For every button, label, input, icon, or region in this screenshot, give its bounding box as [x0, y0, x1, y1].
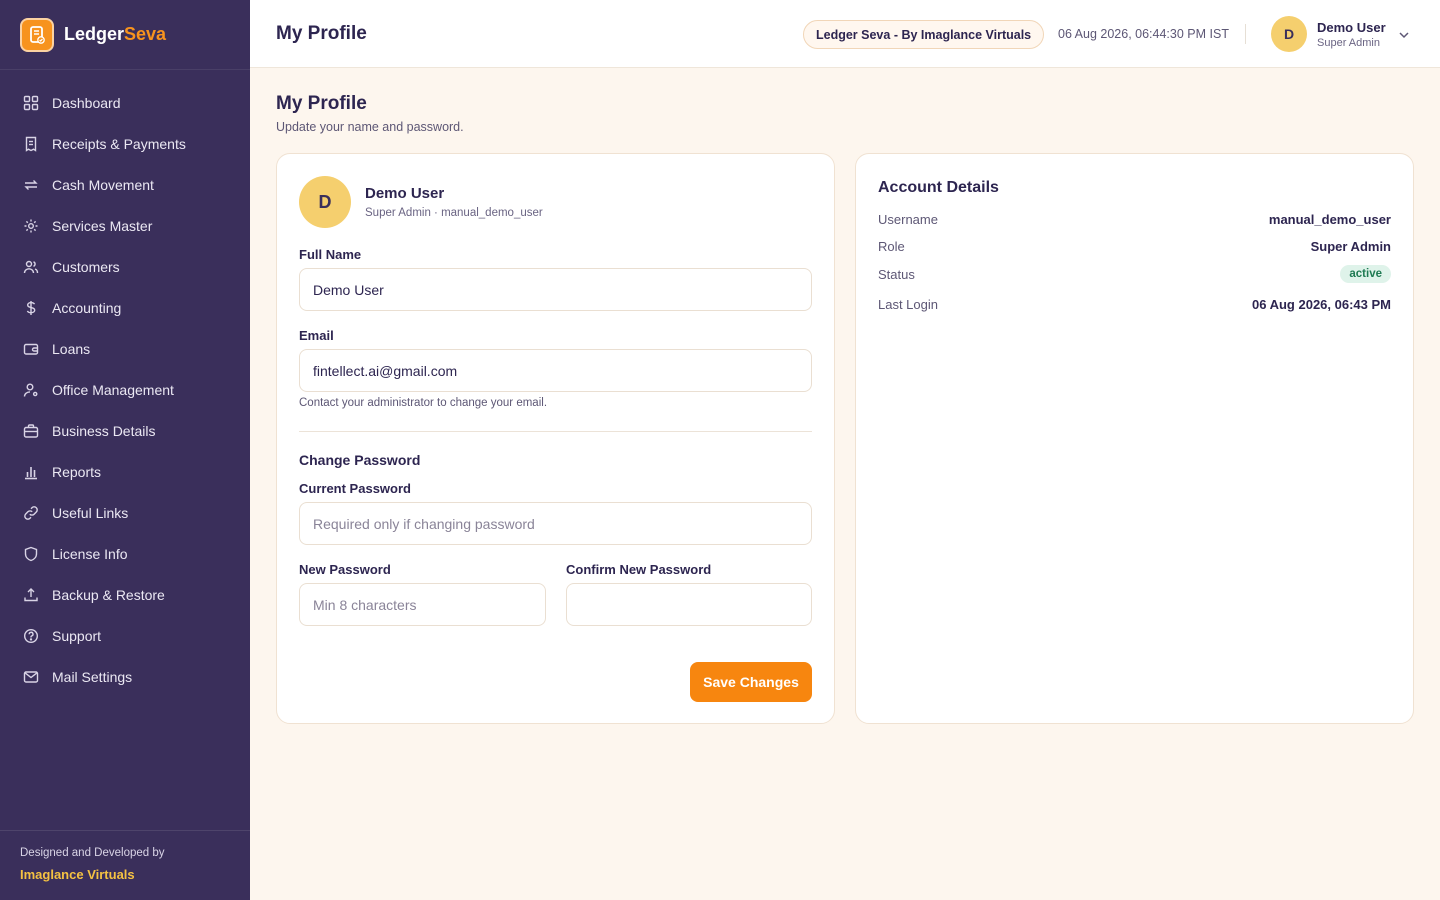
mail-icon	[23, 670, 39, 683]
role-value: Super Admin	[1310, 239, 1391, 254]
current-password-label: Current Password	[299, 481, 411, 496]
link-icon	[24, 505, 38, 520]
profile-meta: Super Admin · manual_demo_user	[365, 207, 543, 219]
transfer-icon	[24, 179, 38, 190]
sidebar-item-label: Useful Links	[52, 504, 129, 521]
last-login-value: 06 Aug 2026, 06:43 PM	[1252, 297, 1391, 312]
section-divider	[299, 431, 812, 432]
email-label: Email	[299, 328, 334, 343]
sidebar-nav: Dashboard Receipts & Payments Cash Movem…	[0, 70, 250, 697]
username-label: Username	[878, 212, 938, 227]
sidebar-item-customers[interactable]: Customers	[0, 246, 250, 287]
email-input[interactable]	[299, 349, 812, 392]
shield-icon	[24, 546, 38, 561]
sidebar-item-reports[interactable]: Reports	[0, 451, 250, 492]
current-password-input[interactable]	[299, 502, 812, 545]
sidebar-item-dashboard[interactable]: Dashboard	[0, 82, 250, 123]
topbar-title: My Profile	[276, 23, 367, 44]
sidebar-item-label: Dashboard	[52, 94, 121, 111]
account-row-username: Username manual_demo_user	[878, 212, 1391, 227]
sidebar-item-label: Receipts & Payments	[52, 135, 186, 152]
full-name-input[interactable]	[299, 268, 812, 311]
role-label: Role	[878, 239, 905, 254]
sidebar-item-label: Business Details	[52, 422, 156, 439]
profile-header: D Demo User Super Admin · manual_demo_us…	[299, 176, 543, 228]
profile-card: D Demo User Super Admin · manual_demo_us…	[276, 153, 835, 724]
change-password-title: Change Password	[299, 452, 421, 468]
last-login-label: Last Login	[878, 297, 938, 312]
sidebar-item-label: Support	[52, 627, 102, 644]
avatar: D	[299, 176, 351, 228]
email-hint: Contact your administrator to change you…	[299, 397, 548, 409]
user-name: Demo User	[1317, 19, 1386, 35]
new-password-label: New Password	[299, 562, 391, 577]
account-details-title: Account Details	[878, 179, 999, 196]
account-row-status: Status active	[878, 265, 1391, 283]
sidebar-item-support[interactable]: Support	[0, 615, 250, 656]
sidebar-item-license-info[interactable]: License Info	[0, 533, 250, 574]
profile-name: Demo User	[365, 185, 445, 202]
save-changes-button[interactable]: Save Changes	[690, 662, 812, 702]
briefcase-icon	[23, 423, 39, 438]
footer-credit-label: Designed and Developed by	[20, 847, 165, 859]
username-value: manual_demo_user	[1268, 212, 1391, 227]
sidebar-item-label: Cash Movement	[52, 176, 154, 193]
new-password-input[interactable]	[299, 583, 546, 626]
sidebar-item-receipts-payments[interactable]: Receipts & Payments	[0, 123, 250, 164]
sidebar-item-label: Backup & Restore	[52, 586, 165, 603]
receipt-icon	[25, 136, 37, 152]
sidebar-item-cash-movement[interactable]: Cash Movement	[0, 164, 250, 205]
dollar-icon	[26, 300, 36, 315]
sidebar-item-label: Mail Settings	[52, 668, 133, 685]
sidebar-item-services-master[interactable]: Services Master	[0, 205, 250, 246]
sidebar-item-mail-settings[interactable]: Mail Settings	[0, 656, 250, 697]
current-datetime: 06 Aug 2026, 06:44:30 PM IST	[1058, 27, 1229, 41]
topbar: My Profile Ledger Seva - By Imaglance Vi…	[250, 0, 1440, 68]
status-badge: active	[1340, 265, 1391, 283]
status-label: Status	[878, 266, 915, 282]
bar-chart-icon	[25, 466, 37, 479]
brand[interactable]: LedgerSeva	[0, 0, 250, 70]
sidebar-footer: Designed and Developed by Imaglance Virt…	[0, 830, 250, 900]
user-cog-icon	[23, 383, 38, 397]
sidebar-item-useful-links[interactable]: Useful Links	[0, 492, 250, 533]
sidebar-item-label: Services Master	[52, 217, 153, 234]
user-menu-button[interactable]: D Demo User Super Admin	[1271, 16, 1410, 52]
sidebar-item-label: Reports	[52, 463, 102, 480]
confirm-password-input[interactable]	[566, 583, 812, 626]
account-row-last-login: Last Login 06 Aug 2026, 06:43 PM	[878, 297, 1391, 312]
upload-icon	[24, 587, 38, 601]
support-icon	[23, 628, 39, 643]
brand-name: LedgerSeva	[64, 24, 167, 44]
chevron-down-icon	[1399, 32, 1409, 39]
sidebar-item-label: Customers	[52, 258, 120, 275]
sidebar-item-label: Loans	[52, 340, 91, 357]
brand-pill: Ledger Seva - By Imaglance Virtuals	[803, 20, 1045, 49]
wallet-icon	[23, 343, 39, 355]
account-details-card: Account Details Username manual_demo_use…	[855, 153, 1414, 724]
grid-icon	[23, 95, 39, 110]
topbar-divider	[1245, 24, 1246, 44]
sidebar-item-label: Office Management	[52, 381, 174, 398]
footer-company-link[interactable]: Imaglance Virtuals	[20, 867, 230, 882]
sidebar-item-label: Accounting	[52, 299, 122, 316]
ledger-logo-icon	[20, 17, 54, 52]
page-title: My Profile	[276, 93, 367, 114]
confirm-password-label: Confirm New Password	[566, 562, 712, 577]
page-subtitle: Update your name and password.	[276, 120, 464, 134]
account-row-role: Role Super Admin	[878, 239, 1391, 254]
sidebar-item-business-details[interactable]: Business Details	[0, 410, 250, 451]
sidebar: LedgerSeva Dashboard Receipts & Payments…	[0, 0, 250, 900]
full-name-label: Full Name	[299, 247, 362, 262]
gear-icon	[24, 219, 38, 232]
sidebar-item-label: License Info	[52, 545, 128, 562]
sidebar-item-accounting[interactable]: Accounting	[0, 287, 250, 328]
avatar: D	[1271, 16, 1307, 52]
users-icon	[23, 260, 39, 273]
sidebar-item-backup-restore[interactable]: Backup & Restore	[0, 574, 250, 615]
user-info: Demo User Super Admin	[1317, 20, 1386, 49]
sidebar-item-loans[interactable]: Loans	[0, 328, 250, 369]
user-role: Super Admin	[1317, 36, 1380, 49]
sidebar-item-office-management[interactable]: Office Management	[0, 369, 250, 410]
